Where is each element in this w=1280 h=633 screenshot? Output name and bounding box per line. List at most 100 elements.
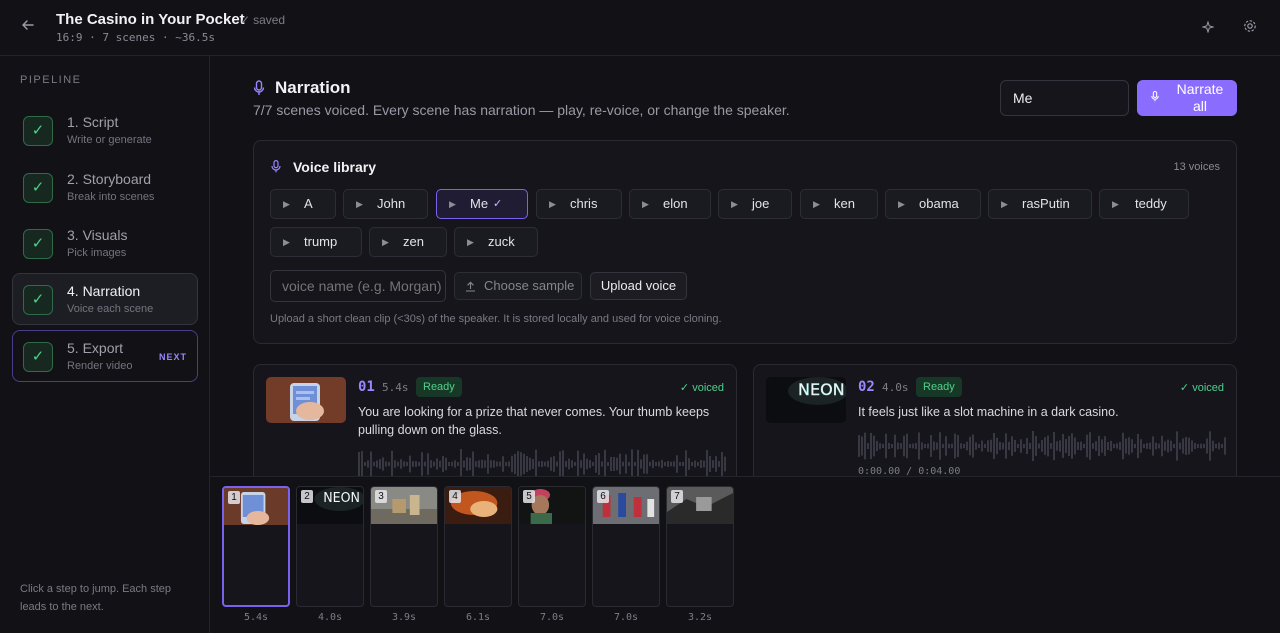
- timeline-duration: 5.4s: [243, 612, 269, 623]
- sparkle-icon[interactable]: [1198, 18, 1218, 38]
- voice-name: teddy: [1135, 196, 1167, 211]
- top-bar: The Casino in Your Pocket ✓ saved 16:9 · …: [0, 0, 1280, 56]
- check-icon: ✓: [23, 285, 53, 315]
- voice-name: rasPutin: [1022, 196, 1070, 211]
- timeline-scene-7[interactable]: 7: [666, 486, 734, 607]
- voice-name: trump: [304, 234, 338, 249]
- voice-name: joe: [752, 196, 770, 211]
- choose-sample-button[interactable]: Choose sample: [454, 272, 582, 300]
- step-title: 2. Storyboard: [67, 171, 152, 187]
- choose-sample-label: Choose sample: [484, 278, 575, 293]
- timeline-scene-6[interactable]: 6: [592, 486, 660, 607]
- voice-chip[interactable]: ▶ A: [270, 189, 336, 219]
- scene-duration: 4.0s: [882, 381, 909, 394]
- voice-chip[interactable]: ▶ John: [343, 189, 428, 219]
- step-title: 1. Script: [67, 114, 119, 130]
- voice-chip[interactable]: ▶ joe: [718, 189, 792, 219]
- sidebar: PIPELINE ✓ 1. Script Write or generate ✓…: [0, 56, 210, 633]
- status-badge: Ready: [416, 377, 462, 397]
- neon-sign-text: NEON: [323, 491, 360, 506]
- timeline-duration: 4.0s: [317, 612, 343, 623]
- voice-chip[interactable]: ▶ zen: [369, 227, 447, 257]
- scene-thumbnail[interactable]: [266, 377, 346, 423]
- voice-name: elon: [663, 196, 688, 211]
- gear-icon[interactable]: [1240, 18, 1260, 38]
- voice-chip[interactable]: ▶ trump: [270, 227, 362, 257]
- microphone-icon: [1151, 91, 1159, 108]
- timeline-scene-3[interactable]: 3: [370, 486, 438, 607]
- voice-chip[interactable]: ▶ elon: [629, 189, 711, 219]
- playback-time: 0:00.00 / 0:04.00: [858, 466, 961, 476]
- timeline-duration: 7.0s: [539, 612, 565, 623]
- play-icon: ▶: [1001, 199, 1008, 209]
- timeline-scene-4[interactable]: 4: [444, 486, 512, 607]
- step-export[interactable]: ✓ 5. Export Render video NEXT: [12, 330, 198, 382]
- timeline-duration: 6.1s: [465, 612, 491, 623]
- voice-library-title: Voice library: [293, 159, 377, 175]
- voice-name: zen: [403, 234, 424, 249]
- step-script[interactable]: ✓ 1. Script Write or generate: [12, 104, 198, 156]
- voice-name: ken: [834, 196, 855, 211]
- timeline-scene-number: 6: [597, 490, 609, 503]
- voice-chip[interactable]: ▶ obama: [885, 189, 981, 219]
- timeline-duration: 3.2s: [687, 612, 713, 623]
- narrate-all-button[interactable]: Narrate all: [1137, 80, 1237, 116]
- voice-library-panel: Voice library 13 voices ▶ A ▶ John ▶ Me ✓ ▶ c…: [253, 140, 1237, 344]
- pipeline-heading: PIPELINE: [20, 74, 82, 86]
- timeline-scene-1[interactable]: 1: [222, 486, 290, 607]
- voice-chip[interactable]: ▶ ken: [800, 189, 878, 219]
- scene-card-1: 01 5.4s Ready ✓ voiced You are looking f…: [253, 364, 737, 476]
- step-subtitle: Pick images: [67, 247, 127, 259]
- play-icon: ▶: [731, 199, 738, 209]
- back-arrow-icon[interactable]: [18, 18, 38, 38]
- narrate-all-label: Narrate all: [1176, 81, 1224, 114]
- check-icon: ✓: [493, 198, 503, 210]
- check-icon: ✓: [23, 173, 53, 203]
- voice-chip[interactable]: ▶ rasPutin: [988, 189, 1092, 219]
- timeline-scene-2[interactable]: NEON 2: [296, 486, 364, 607]
- project-title: The Casino in Your Pocket: [56, 11, 245, 28]
- scene-text: It feels just like a slot machine in a d…: [858, 405, 1119, 419]
- check-icon: ✓: [23, 342, 53, 372]
- step-title: 4. Narration: [67, 283, 141, 299]
- timeline-duration: 3.9s: [391, 612, 417, 623]
- timeline-scene-number: 3: [375, 490, 387, 503]
- voice-chip[interactable]: ▶ teddy: [1099, 189, 1189, 219]
- speaker-input[interactable]: [1000, 80, 1129, 116]
- play-icon: ▶: [467, 237, 474, 247]
- play-icon: ▶: [356, 199, 363, 209]
- step-visuals[interactable]: ✓ 3. Visuals Pick images: [12, 217, 198, 269]
- timeline-scene-5[interactable]: 5: [518, 486, 586, 607]
- voice-chip[interactable]: ▶ chris: [536, 189, 622, 219]
- upload-voice-button[interactable]: Upload voice: [590, 272, 687, 300]
- project-meta: 16:9 · 7 scenes · ~36.5s: [56, 31, 215, 44]
- step-storyboard[interactable]: ✓ 2. Storyboard Break into scenes: [12, 161, 198, 213]
- play-icon: ▶: [283, 237, 290, 247]
- scene-text: You are looking for a prize that never c…: [358, 405, 710, 437]
- saved-label: saved: [253, 13, 286, 27]
- microphone-icon: [253, 80, 265, 99]
- voice-name: chris: [570, 196, 598, 211]
- voice-library-help: Upload a short clean clip (<30s) of the …: [270, 313, 722, 325]
- step-narration[interactable]: ✓ 4. Narration Voice each scene: [12, 273, 198, 325]
- upload-icon: [465, 273, 476, 299]
- voice-name: zuck: [488, 234, 515, 249]
- check-icon: ✓: [1179, 382, 1193, 394]
- main-panel: Narration 7/7 scenes voiced. Every scene…: [211, 56, 1280, 476]
- saved-status: ✓ saved: [240, 13, 285, 27]
- audio-waveform[interactable]: [858, 431, 1226, 461]
- step-subtitle: Break into scenes: [67, 191, 155, 203]
- play-icon: ▶: [283, 199, 290, 209]
- voice-name-input[interactable]: [270, 270, 446, 302]
- scene-thumbnail[interactable]: NEON: [766, 377, 846, 423]
- audio-waveform[interactable]: [358, 449, 726, 476]
- scene-number: 01: [358, 379, 375, 395]
- voice-chip[interactable]: ▶ zuck: [454, 227, 538, 257]
- timeline-scene-number: 2: [301, 490, 313, 503]
- status-badge: Ready: [916, 377, 962, 397]
- voice-name: A: [304, 196, 313, 211]
- scene-timeline: 1 NEON 2 3 4 5 6 7 5.4s 4.0s 3.9s 6.1s 7…: [210, 476, 1280, 633]
- voice-chip-selected[interactable]: ▶ Me ✓: [436, 189, 528, 219]
- voice-count: 13 voices: [1173, 161, 1220, 173]
- voice-name: Me: [470, 196, 489, 211]
